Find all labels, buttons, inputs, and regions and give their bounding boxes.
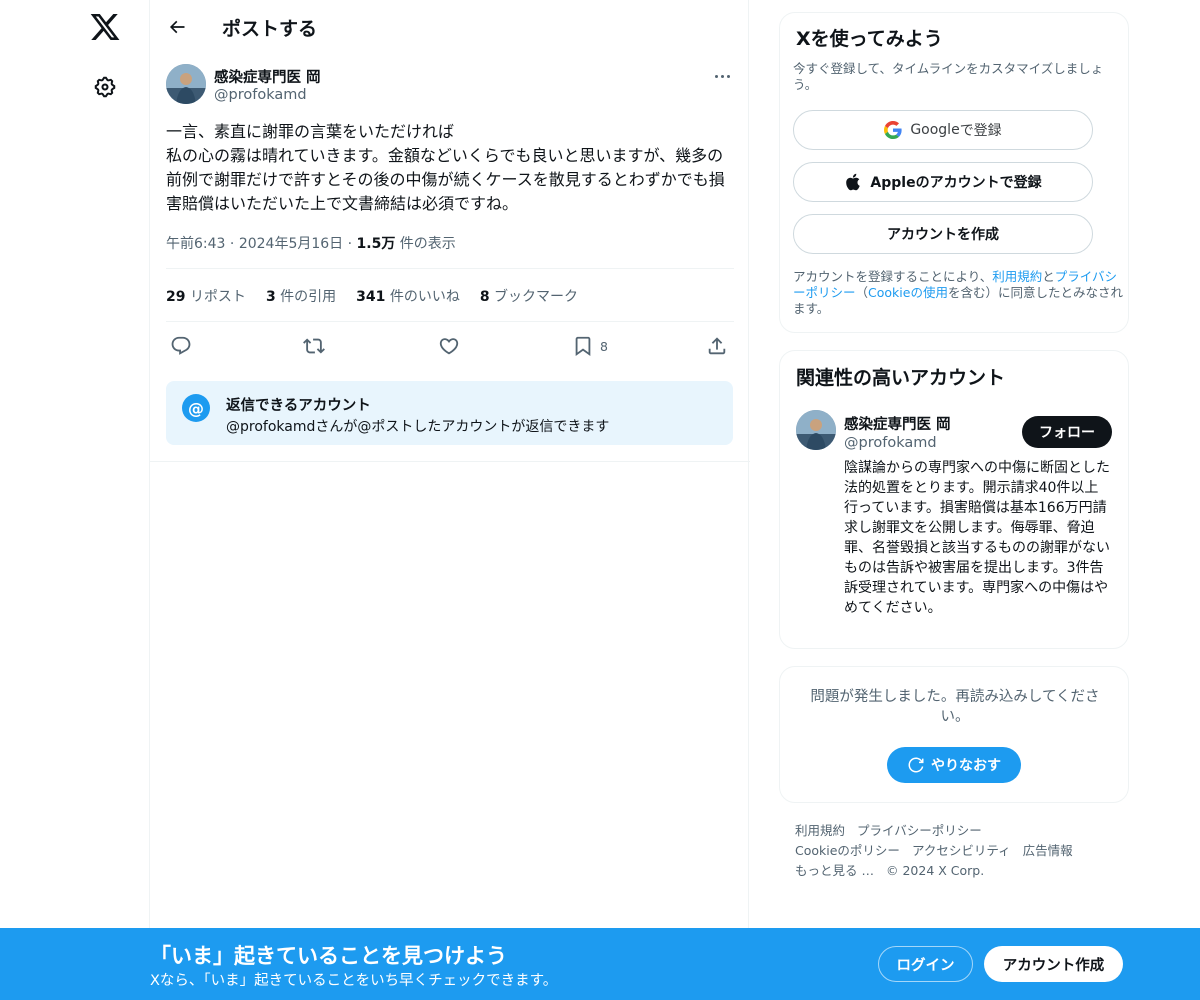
page-title: ポストする [222,18,318,40]
apple-signup-label: Appleのアカウントで登録 [870,175,1042,191]
signup-card-subtitle: 今すぐ登録して、タイムラインをカスタマイズしましょう。 [793,61,1104,92]
google-label-rest: で登録 [959,123,1002,139]
terms-text: アカウントを登録することにより、利用規約とプライバシーポリシー（Cookieの使… [793,269,1123,316]
back-button[interactable] [163,13,191,41]
repost-button[interactable] [303,334,325,358]
page-header: ポストする [150,0,750,53]
terms-link[interactable]: 利用規約 [992,269,1042,284]
arrow-left-icon [169,20,185,34]
signup-card: Xを使ってみよう 今すぐ登録して、タイムラインをカスタマイズしましょう。 Goo… [779,12,1129,333]
likes-stat[interactable]: 341 件のいいね [356,286,460,306]
footer-link-privacy[interactable]: プライバシーポリシー [857,823,982,838]
login-button[interactable]: ログイン [878,946,973,982]
bookmark-count: 8 [600,338,608,354]
reply-restriction-title: 返信できるアカウント [226,398,371,414]
gear-icon[interactable] [93,75,117,99]
signup-button[interactable]: アカウント作成 [984,946,1123,982]
create-account-label: アカウントを作成 [887,227,999,243]
post-actions: 8 [166,334,734,358]
avatar[interactable] [796,410,836,450]
share-button[interactable] [706,334,728,358]
signup-card-title: Xを使ってみよう [796,28,943,50]
bookmark-icon [575,336,591,357]
heart-icon [439,338,459,355]
bookmarks-stat[interactable]: 8 ブックマーク [480,286,578,306]
apple-icon [846,173,861,191]
share-icon [708,337,726,355]
post-date[interactable]: 2024年5月16日 [239,236,343,252]
retry-button[interactable]: やりなおす [887,747,1021,783]
divider [166,321,734,322]
more-options-button[interactable] [710,66,734,86]
left-nav [0,0,149,928]
like-button[interactable] [438,334,460,358]
related-account-bio: 陰謀論からの専門家への中傷に断固とした法的処置をとります。開示請求40件以上行っ… [844,460,1110,616]
related-account-name[interactable]: 感染症専門医 岡 [844,413,951,434]
refresh-icon [908,757,924,773]
cookie-use-link[interactable]: Cookieの使用 [868,285,948,300]
google-icon [884,121,902,139]
post-time[interactable]: 午前6:43 [166,236,225,252]
views-count: 1.5万 [356,236,396,252]
bookmark-button[interactable]: 8 [572,334,608,358]
create-account-button[interactable]: アカウントを作成 [793,214,1093,254]
reply-button[interactable] [170,334,192,358]
reply-restriction-box: @ 返信できるアカウント @profokamdさんが@ポストしたアカウントが返信… [166,381,733,445]
footer-link-ads[interactable]: 広告情報 [1023,843,1073,858]
footer-links: 利用規約 プライバシーポリシー Cookieのポリシー アクセシビリティ 広告情報 も… [795,821,1125,881]
author-name[interactable]: 感染症専門医 岡 [214,66,321,87]
banner-title: 「いま」起きていることを見つけよう [150,944,507,968]
post-meta: 午前6:43 · 2024年5月16日 · 1.5万 件の表示 [166,236,456,252]
related-accounts-card: 関連性の高いアカウント 感染症専門医 岡 @profokamd フォロー 陰謀論… [779,350,1129,649]
reply-restriction-description: @profokamdさんが@ポストしたアカウントが返信できます [226,419,610,435]
divider [150,461,750,462]
footer-link-more[interactable]: もっと見る … [795,863,874,878]
divider [166,268,734,269]
google-label-bold: Google [910,122,960,138]
avatar[interactable] [166,64,206,104]
footer-link-terms[interactable]: 利用規約 [795,823,845,838]
main-column: ポストする 感染症専門医 岡 @profokamd 一言、素直に謝罪の言葉をいた… [149,0,750,928]
reply-icon [171,336,191,355]
error-message: 問題が発生しました。再読み込みしてください。 [810,689,1100,725]
banner-subtitle: Xなら、「いま」起きていることをいち早くチェックできます。 [150,973,558,989]
at-sign-icon: @ [182,394,210,422]
follow-button[interactable]: フォロー [1022,416,1112,448]
views-label: 件の表示 [399,236,456,252]
x-logo-icon[interactable] [89,11,121,43]
quotes-stat[interactable]: 3 件の引用 [266,286,336,306]
copyright: © 2024 X Corp. [885,863,985,878]
reposts-stat[interactable]: 29 リポスト [166,286,246,306]
retry-label: やりなおす [931,758,1001,774]
footer-link-cookie[interactable]: Cookieのポリシー [795,843,900,858]
repost-icon [303,338,325,354]
bottom-banner: 「いま」起きていることを見つけよう Xなら、「いま」起きていることをいち早くチェ… [0,928,1200,1000]
post-text: 一言、素直に謝罪の言葉をいただければ 私の心の霧は晴れていきます。金額などいくら… [166,122,725,213]
error-card: 問題が発生しました。再読み込みしてください。 やりなおす [779,666,1129,803]
apple-signup-button[interactable]: Appleのアカウントで登録 [793,162,1093,202]
footer-link-accessibility[interactable]: アクセシビリティ [912,843,1011,858]
related-account-handle[interactable]: @profokamd [844,435,937,451]
google-signup-button[interactable]: Google で登録 [793,110,1093,150]
related-card-title: 関連性の高いアカウント [796,367,1006,389]
author-handle[interactable]: @profokamd [214,87,307,103]
post-stats: 29 リポスト 3 件の引用 341 件のいいね 8 ブックマーク [166,286,578,306]
